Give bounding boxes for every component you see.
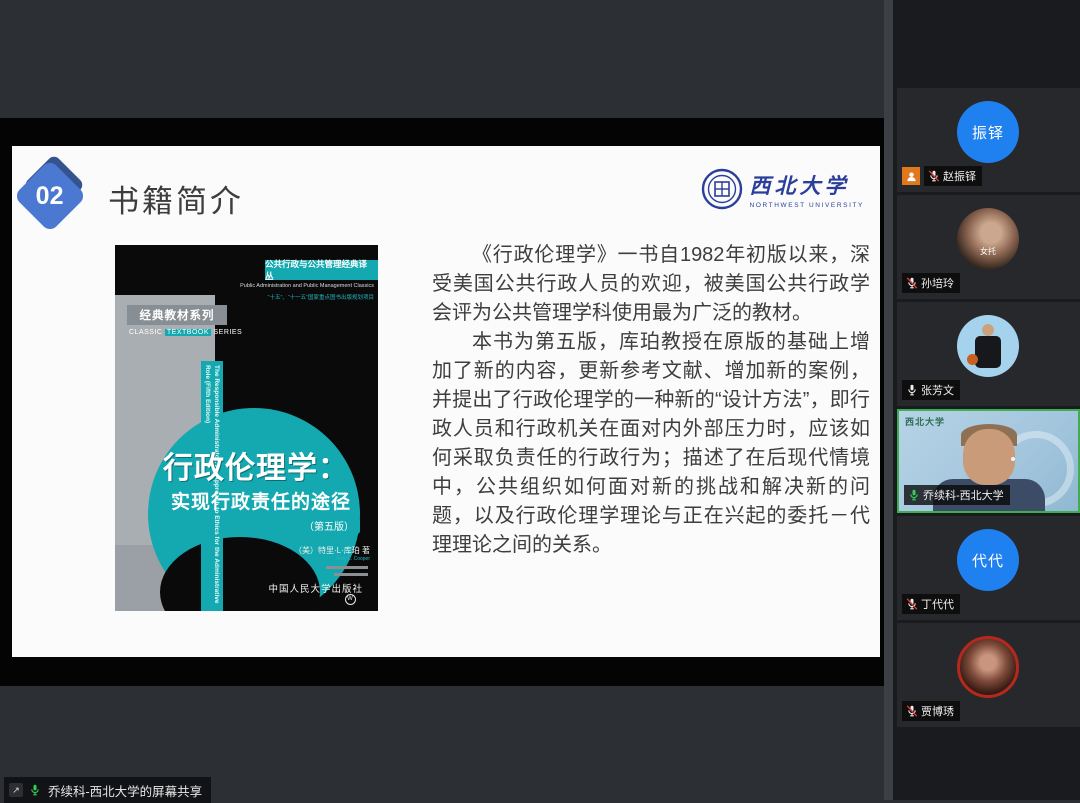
video-background-watermark: 西北大学 <box>905 415 945 428</box>
section-number: 02 <box>36 182 64 211</box>
series-en-highlight: TEXTBOOK <box>165 329 211 336</box>
book-publisher: 中国人民大学出版社 <box>215 581 363 595</box>
mic-icon <box>906 277 918 289</box>
book-series-left-en: CLASSIC TEXTBOOK SERIES <box>129 329 242 336</box>
university-logo: 西北大学 NORTHWEST UNIVERSITY <box>701 168 864 210</box>
participant-tile-jiaboxiu[interactable]: 贾博琇 <box>897 623 1080 727</box>
avatar-illustration <box>957 315 1019 377</box>
avatar-caption: 女托 <box>957 246 1019 257</box>
participant-name: 乔续科-西北大学 <box>923 487 1004 503</box>
wiley-logo: W WILEY <box>334 594 366 611</box>
shared-screen-area: 02 书籍简介 西北大学 NORTHWEST UNIVERSITY 公共行政与公… <box>0 0 885 800</box>
avatar-initials: 振铎 <box>957 101 1019 163</box>
name-label: 丁代代 <box>902 594 960 614</box>
book-translator-line <box>326 566 368 569</box>
name-label: 赵振铎 <box>902 166 982 186</box>
basketball-icon <box>967 354 978 365</box>
avatar-text: 代代 <box>972 550 1004 571</box>
avatar-figure-head <box>982 324 994 336</box>
participant-tile-sunpeiling[interactable]: 女托 孙培玲 <box>897 195 1080 299</box>
body-paragraph-2: 本书为第五版，库珀教授在原版的基础上增加了新的内容，更新参考文献、增加新的案例，… <box>432 328 870 560</box>
participant-tile-zhaozhenduo[interactable]: 振铎 赵振铎 <box>897 88 1080 192</box>
book-series-left: 经典教材系列 <box>127 305 227 325</box>
series-en-part: SERIES <box>211 329 242 336</box>
section-badge: 02 <box>13 159 87 233</box>
university-name-cn: 西北大学 <box>750 170 864 200</box>
wiley-mark-icon: W <box>345 594 356 605</box>
name-label: 孙培玲 <box>902 273 960 293</box>
presentation-slide: 02 书籍简介 西北大学 NORTHWEST UNIVERSITY 公共行政与公… <box>12 146 880 657</box>
avatar-text: 振铎 <box>972 122 1004 143</box>
participant-name: 赵振铎 <box>943 168 976 184</box>
university-name-en: NORTHWEST UNIVERSITY <box>750 202 864 209</box>
participant-name: 丁代代 <box>921 596 954 612</box>
participant-tile-zhangfangwen[interactable]: 张芳文 <box>897 302 1080 406</box>
book-series-banner: 公共行政与公共管理经典译丛 <box>265 260 378 280</box>
participants-sidebar: 振铎 赵振铎 女托 孙培玲 <box>893 0 1080 800</box>
book-series-note: “十五”、“十一五”国家重点图书出版规划项目 <box>223 293 374 301</box>
book-cover: 公共行政与公共管理经典译丛 Public Administration and … <box>115 245 378 611</box>
participant-name: 张芳文 <box>921 382 954 398</box>
mic-icon <box>908 489 920 501</box>
slide-title: 书籍简介 <box>108 176 244 221</box>
book-series-banner-en: Public Administration and Public Managem… <box>223 283 374 289</box>
mic-icon <box>906 384 918 396</box>
series-en-part: CLASSIC <box>129 329 165 336</box>
mic-icon <box>906 705 918 717</box>
book-author-en: Terry L. Cooper <box>235 556 370 562</box>
video-person-face <box>963 429 1015 485</box>
book-title-cn: 行政伦理学： <box>163 443 373 487</box>
book-author: （美）特里·L·库珀 著 <box>235 545 370 556</box>
sharer-mic-icon <box>29 784 42 797</box>
name-label: 张芳文 <box>902 380 960 400</box>
book-subtitle-cn: 实现行政责任的途径 <box>171 487 371 514</box>
participant-name: 孙培玲 <box>921 275 954 291</box>
university-seal-icon <box>701 168 743 210</box>
name-label: 贾博琇 <box>902 701 960 721</box>
sidebar-scrollbar[interactable] <box>884 0 893 800</box>
avatar-photo: 女托 <box>957 208 1019 270</box>
book-translator-line <box>334 573 368 576</box>
screen-share-indicator[interactable]: ↗ 乔续科-西北大学的屏幕共享 <box>4 777 211 803</box>
participant-name: 贾博琇 <box>921 703 954 719</box>
participant-tile-dingdaidai[interactable]: 代代 丁代代 <box>897 516 1080 620</box>
avatar-photo <box>957 636 1019 698</box>
slide-body-text: 《行政伦理学》一书自1982年初版以来，深受美国公共行政人员的欢迎，被美国公共行… <box>432 241 870 560</box>
body-paragraph-1: 《行政伦理学》一书自1982年初版以来，深受美国公共行政人员的欢迎，被美国公共行… <box>432 241 870 328</box>
screen-share-label: 乔续科-西北大学的屏幕共享 <box>48 781 202 800</box>
avatar-initials: 代代 <box>957 529 1019 591</box>
participant-tile-qiaoxuke-video[interactable]: 西北大学 乔续科-西北大学 <box>897 409 1080 513</box>
name-label: 乔续科-西北大学 <box>904 485 1010 505</box>
member-badge-icon <box>902 167 920 185</box>
book-edition-badge: （第五版） <box>298 517 360 534</box>
earphone-dot <box>1011 457 1015 461</box>
expand-arrow-icon[interactable]: ↗ <box>9 783 23 797</box>
mic-icon <box>906 598 918 610</box>
mic-icon <box>928 170 940 182</box>
avatar-figure-jersey <box>975 336 1001 368</box>
